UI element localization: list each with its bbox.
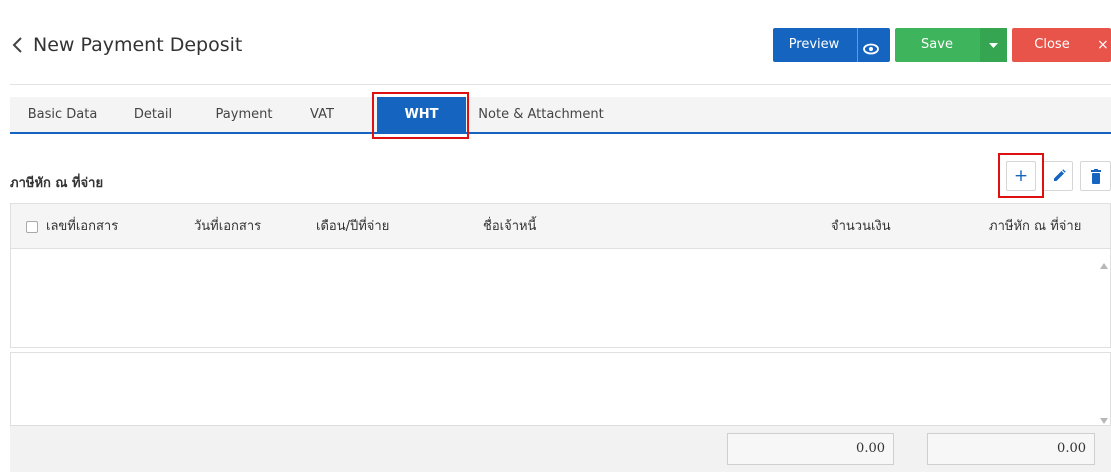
tab-note-attachment[interactable]: Note & Attachment bbox=[478, 97, 604, 132]
preview-button-divider bbox=[857, 28, 858, 62]
scroll-down-icon[interactable] bbox=[1100, 409, 1108, 424]
total-amount-field: 0.00 bbox=[727, 433, 894, 465]
save-button[interactable]: Save bbox=[895, 28, 1007, 62]
add-button[interactable]: + bbox=[1006, 161, 1036, 191]
trash-icon bbox=[1091, 169, 1101, 184]
total-wht-field: 0.00 bbox=[927, 433, 1095, 465]
back-chevron-icon[interactable] bbox=[11, 34, 25, 56]
tab-payment[interactable]: Payment bbox=[208, 97, 280, 132]
col-amount[interactable]: จำนวนเงิน bbox=[831, 204, 891, 250]
preview-button[interactable]: Preview bbox=[773, 28, 890, 62]
scroll-up-icon[interactable] bbox=[1100, 254, 1108, 269]
tab-bar: Basic Data Detail Payment VAT WHT Note &… bbox=[10, 97, 1111, 134]
col-pay-month-year[interactable]: เดือน/ปีที่จ่าย bbox=[316, 204, 389, 250]
preview-button-label: Preview bbox=[788, 37, 840, 52]
select-all-checkbox[interactable] bbox=[26, 221, 38, 233]
tab-wht[interactable]: WHT bbox=[377, 97, 466, 134]
tab-detail[interactable]: Detail bbox=[128, 97, 178, 132]
save-button-label: Save bbox=[921, 37, 953, 52]
edit-button[interactable] bbox=[1043, 161, 1073, 191]
tab-basic-data[interactable]: Basic Data bbox=[25, 97, 100, 132]
col-doc-no[interactable]: เลขที่เอกสาร bbox=[46, 204, 118, 250]
col-doc-date[interactable]: วันที่เอกสาร bbox=[194, 204, 261, 250]
table-bottom-border bbox=[10, 347, 1111, 348]
delete-button[interactable] bbox=[1080, 161, 1111, 191]
close-button[interactable]: Close × bbox=[1012, 28, 1111, 62]
eye-icon[interactable] bbox=[862, 37, 880, 55]
save-options-caret[interactable] bbox=[980, 28, 1007, 62]
close-icon: × bbox=[1097, 37, 1109, 53]
close-button-label: Close bbox=[1034, 37, 1070, 52]
page-title: New Payment Deposit bbox=[33, 34, 243, 56]
col-wht[interactable]: ภาษีหัก ณ ที่จ่าย bbox=[989, 204, 1081, 250]
section-title: ภาษีหัก ณ ที่จ่าย bbox=[10, 176, 104, 191]
pencil-icon bbox=[1054, 169, 1066, 181]
col-creditor-name[interactable]: ชื่อเจ้าหนี้ bbox=[483, 204, 536, 250]
table-header: เลขที่เอกสาร วันที่เอกสาร เดือน/ปีที่จ่า… bbox=[10, 203, 1111, 249]
plus-icon: + bbox=[1013, 166, 1029, 186]
caret-down-icon bbox=[989, 43, 998, 48]
tab-vat[interactable]: VAT bbox=[302, 97, 342, 132]
header-divider bbox=[10, 84, 1111, 85]
